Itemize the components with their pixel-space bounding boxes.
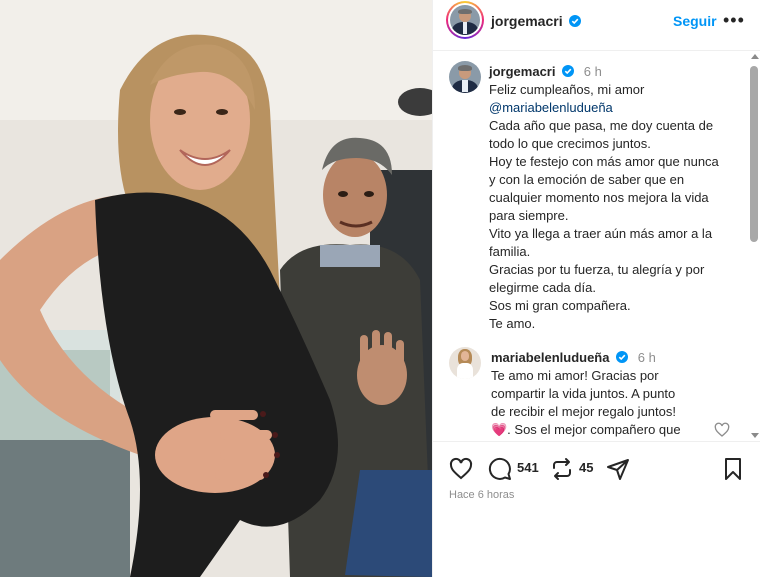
post-actions: 541 45 Hace 6 horas	[433, 441, 760, 578]
caption-header: jorgemacri 6 h	[489, 63, 734, 81]
comment-line: de recibir el mejor regalo juntos!	[491, 404, 676, 419]
caption-time[interactable]: 6 h	[584, 64, 602, 79]
scroll-up-arrow-icon[interactable]	[751, 54, 759, 59]
verified-badge-icon	[562, 65, 575, 77]
comment-like-heart-icon[interactable]	[714, 422, 730, 438]
comment-username[interactable]: mariabelenludueña	[491, 350, 609, 365]
caption-line: todo lo que crecimos juntos.	[489, 136, 651, 151]
caption-line: Te amo.	[489, 316, 536, 331]
caption-line: familia.	[489, 244, 531, 259]
avatar[interactable]	[450, 5, 480, 35]
caption-mention[interactable]: @mariabelenludueña	[489, 99, 734, 117]
story-ring[interactable]	[446, 1, 484, 39]
comment-time[interactable]: 6 h	[638, 350, 656, 365]
heart-icon[interactable]	[449, 457, 473, 481]
header-username-text[interactable]: jorgemacri	[491, 13, 563, 29]
comment-item: mariabelenludueña 6 h Te amo mi amor! Gr…	[491, 349, 731, 439]
comment-header: mariabelenludueña 6 h	[491, 349, 731, 367]
repost-icon[interactable]	[550, 457, 574, 481]
caption-line: Gracias por tu fuerza, tu alegría y por	[489, 262, 705, 277]
caption-line: Feliz cumpleaños, mi amor	[489, 82, 645, 97]
post-photo-illustration	[0, 0, 432, 577]
comment-line: 💗. Sos el mejor compañero que	[491, 422, 681, 437]
caption-line: elegirme cada día.	[489, 280, 596, 295]
caption-line: Sos mi gran compañera.	[489, 298, 631, 313]
post-header: jorgemacri Seguir •••	[433, 0, 760, 51]
verified-badge-icon	[616, 351, 629, 363]
post-photo[interactable]	[0, 0, 432, 577]
repost-count[interactable]: 45	[579, 460, 593, 475]
header-username[interactable]: jorgemacri	[491, 13, 582, 29]
comment-icon[interactable]	[488, 457, 512, 481]
post-caption: jorgemacri 6 h Feliz cumpleaños, mi amor…	[489, 63, 734, 333]
caption-username[interactable]: jorgemacri	[489, 64, 555, 79]
follow-button[interactable]: Seguir	[673, 13, 717, 29]
caption-line: para siempre.	[489, 208, 569, 223]
comments-scrollbar[interactable]	[748, 52, 760, 440]
scrollbar-thumb[interactable]	[750, 66, 758, 242]
caption-line: cualquier momento nos mejora la vida	[489, 190, 709, 205]
post-details-pane: jorgemacri Seguir ••• jorgemacri 6 h Fel…	[432, 0, 760, 577]
reply-avatar[interactable]	[449, 347, 481, 379]
caption-line: y con la emoción de saber que en	[489, 172, 685, 187]
comment-count[interactable]: 541	[517, 460, 539, 475]
comment-line: compartir la vida juntos. A punto	[491, 386, 676, 401]
caption-avatar[interactable]	[449, 61, 481, 93]
caption-line: Hoy te festejo con más amor que nunca	[489, 154, 719, 169]
caption-line: Cada año que pasa, me doy cuenta de	[489, 118, 714, 133]
verified-badge-icon	[569, 15, 582, 27]
post-timestamp[interactable]: Hace 6 horas	[449, 489, 514, 501]
scroll-down-arrow-icon[interactable]	[751, 433, 759, 438]
more-options-button[interactable]: •••	[723, 10, 745, 31]
comment-line: Te amo mi amor! Gracias por	[491, 368, 659, 383]
send-icon[interactable]	[606, 457, 630, 481]
bookmark-icon[interactable]	[721, 457, 745, 481]
caption-line: Vito ya llega a traer aún más amor a la	[489, 226, 713, 241]
comments-section[interactable]: jorgemacri 6 h Feliz cumpleaños, mi amor…	[433, 51, 760, 441]
instagram-post: jorgemacri Seguir ••• jorgemacri 6 h Fel…	[0, 0, 760, 577]
